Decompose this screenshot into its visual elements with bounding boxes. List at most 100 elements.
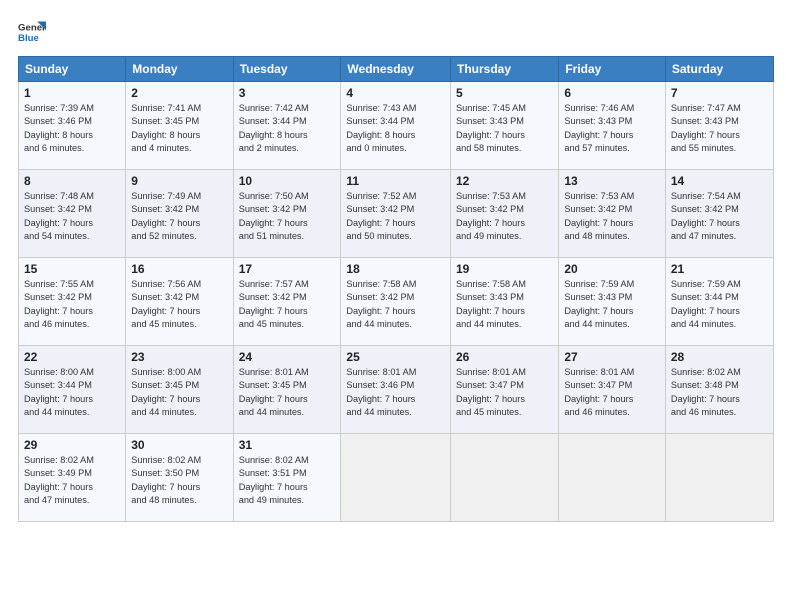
day-number: 20 [564,262,660,276]
day-info: Sunrise: 7:55 AM Sunset: 3:42 PM Dayligh… [24,278,120,331]
calendar-cell: 3 Sunrise: 7:42 AM Sunset: 3:44 PM Daylig… [233,82,341,170]
day-info: Sunrise: 7:43 AM Sunset: 3:44 PM Dayligh… [346,102,445,155]
calendar-cell: 27 Sunrise: 8:01 AM Sunset: 3:47 PM Dayli… [559,346,666,434]
calendar-cell: 10Sunrise: 7:50 AM Sunset: 3:42 PM Dayli… [233,170,341,258]
calendar-cell: 1 Sunrise: 7:39 AM Sunset: 3:46 PM Daylig… [19,82,126,170]
calendar-week-5: 29 Sunrise: 8:02 AM Sunset: 3:49 PM Dayli… [19,434,774,522]
day-number: 9 [131,174,227,188]
day-info: Sunrise: 8:01 AM Sunset: 3:47 PM Dayligh… [564,366,660,419]
day-info: Sunrise: 7:45 AM Sunset: 3:43 PM Dayligh… [456,102,553,155]
calendar-body: 1 Sunrise: 7:39 AM Sunset: 3:46 PM Daylig… [19,82,774,522]
calendar-week-3: 15 Sunrise: 7:55 AM Sunset: 3:42 PM Dayli… [19,258,774,346]
day-number: 8 [24,174,120,188]
day-number: 21 [671,262,768,276]
calendar-cell: 11Sunrise: 7:52 AM Sunset: 3:42 PM Dayli… [341,170,451,258]
day-info: Sunrise: 7:39 AM Sunset: 3:46 PM Dayligh… [24,102,120,155]
calendar-cell: 13 Sunrise: 7:53 AM Sunset: 3:42 PM Dayli… [559,170,666,258]
calendar-header: SundayMondayTuesdayWednesdayThursdayFrid… [19,57,774,82]
calendar-week-1: 1 Sunrise: 7:39 AM Sunset: 3:46 PM Daylig… [19,82,774,170]
day-info: Sunrise: 7:58 AM Sunset: 3:42 PM Dayligh… [346,278,445,331]
day-number: 25 [346,350,445,364]
day-number: 2 [131,86,227,100]
calendar-cell: 29 Sunrise: 8:02 AM Sunset: 3:49 PM Dayli… [19,434,126,522]
day-info: Sunrise: 7:59 AM Sunset: 3:44 PM Dayligh… [671,278,768,331]
logo-icon: General Blue [18,18,46,46]
calendar-cell: 5Sunrise: 7:45 AM Sunset: 3:43 PM Daylig… [451,82,559,170]
calendar-week-4: 22 Sunrise: 8:00 AM Sunset: 3:44 PM Dayli… [19,346,774,434]
day-info: Sunrise: 8:01 AM Sunset: 3:47 PM Dayligh… [456,366,553,419]
day-number: 4 [346,86,445,100]
day-number: 22 [24,350,120,364]
day-info: Sunrise: 7:46 AM Sunset: 3:43 PM Dayligh… [564,102,660,155]
calendar-cell: 12Sunrise: 7:53 AM Sunset: 3:42 PM Dayli… [451,170,559,258]
day-number: 18 [346,262,445,276]
day-info: Sunrise: 7:42 AM Sunset: 3:44 PM Dayligh… [239,102,336,155]
day-number: 7 [671,86,768,100]
day-info: Sunrise: 8:00 AM Sunset: 3:45 PM Dayligh… [131,366,227,419]
day-number: 29 [24,438,120,452]
header-row: SundayMondayTuesdayWednesdayThursdayFrid… [19,57,774,82]
column-header-wednesday: Wednesday [341,57,451,82]
column-header-friday: Friday [559,57,666,82]
day-number: 19 [456,262,553,276]
calendar-cell: 21 Sunrise: 7:59 AM Sunset: 3:44 PM Dayli… [665,258,773,346]
day-number: 30 [131,438,227,452]
day-info: Sunrise: 8:01 AM Sunset: 3:46 PM Dayligh… [346,366,445,419]
calendar-cell: 9 Sunrise: 7:49 AM Sunset: 3:42 PM Daylig… [126,170,233,258]
day-info: Sunrise: 8:00 AM Sunset: 3:44 PM Dayligh… [24,366,120,419]
day-info: Sunrise: 8:02 AM Sunset: 3:48 PM Dayligh… [671,366,768,419]
day-number: 16 [131,262,227,276]
day-number: 10 [239,174,336,188]
day-number: 15 [24,262,120,276]
calendar-cell: 2 Sunrise: 7:41 AM Sunset: 3:45 PM Daylig… [126,82,233,170]
column-header-monday: Monday [126,57,233,82]
page-header: General Blue [18,18,774,46]
day-info: Sunrise: 8:02 AM Sunset: 3:49 PM Dayligh… [24,454,120,507]
day-info: Sunrise: 7:58 AM Sunset: 3:43 PM Dayligh… [456,278,553,331]
column-header-sunday: Sunday [19,57,126,82]
calendar-cell: 26 Sunrise: 8:01 AM Sunset: 3:47 PM Dayli… [451,346,559,434]
calendar-cell: 23 Sunrise: 8:00 AM Sunset: 3:45 PM Dayli… [126,346,233,434]
calendar-cell: 6 Sunrise: 7:46 AM Sunset: 3:43 PM Daylig… [559,82,666,170]
day-info: Sunrise: 7:53 AM Sunset: 3:42 PM Dayligh… [564,190,660,243]
day-number: 26 [456,350,553,364]
day-info: Sunrise: 7:53 AM Sunset: 3:42 PM Dayligh… [456,190,553,243]
day-info: Sunrise: 8:02 AM Sunset: 3:51 PM Dayligh… [239,454,336,507]
calendar-cell [341,434,451,522]
calendar-cell: 19 Sunrise: 7:58 AM Sunset: 3:43 PM Dayli… [451,258,559,346]
day-number: 6 [564,86,660,100]
day-number: 13 [564,174,660,188]
calendar-cell: 24Sunrise: 8:01 AM Sunset: 3:45 PM Dayli… [233,346,341,434]
day-info: Sunrise: 7:56 AM Sunset: 3:42 PM Dayligh… [131,278,227,331]
day-info: Sunrise: 8:02 AM Sunset: 3:50 PM Dayligh… [131,454,227,507]
calendar-cell: 20 Sunrise: 7:59 AM Sunset: 3:43 PM Dayli… [559,258,666,346]
day-number: 3 [239,86,336,100]
column-header-tuesday: Tuesday [233,57,341,82]
day-info: Sunrise: 7:48 AM Sunset: 3:42 PM Dayligh… [24,190,120,243]
day-info: Sunrise: 7:59 AM Sunset: 3:43 PM Dayligh… [564,278,660,331]
calendar-cell [559,434,666,522]
day-info: Sunrise: 7:41 AM Sunset: 3:45 PM Dayligh… [131,102,227,155]
day-info: Sunrise: 8:01 AM Sunset: 3:45 PM Dayligh… [239,366,336,419]
day-number: 17 [239,262,336,276]
calendar-cell: 8 Sunrise: 7:48 AM Sunset: 3:42 PM Daylig… [19,170,126,258]
calendar-cell: 7 Sunrise: 7:47 AM Sunset: 3:43 PM Daylig… [665,82,773,170]
day-number: 1 [24,86,120,100]
svg-text:Blue: Blue [18,33,39,44]
day-number: 27 [564,350,660,364]
day-info: Sunrise: 7:49 AM Sunset: 3:42 PM Dayligh… [131,190,227,243]
day-number: 23 [131,350,227,364]
calendar-cell: 18 Sunrise: 7:58 AM Sunset: 3:42 PM Dayli… [341,258,451,346]
day-info: Sunrise: 7:57 AM Sunset: 3:42 PM Dayligh… [239,278,336,331]
calendar-cell: 31Sunrise: 8:02 AM Sunset: 3:51 PM Dayli… [233,434,341,522]
day-number: 14 [671,174,768,188]
day-info: Sunrise: 7:54 AM Sunset: 3:42 PM Dayligh… [671,190,768,243]
calendar-week-2: 8 Sunrise: 7:48 AM Sunset: 3:42 PM Daylig… [19,170,774,258]
calendar-table: SundayMondayTuesdayWednesdayThursdayFrid… [18,56,774,522]
day-number: 28 [671,350,768,364]
calendar-cell: 15 Sunrise: 7:55 AM Sunset: 3:42 PM Dayli… [19,258,126,346]
column-header-saturday: Saturday [665,57,773,82]
day-info: Sunrise: 7:47 AM Sunset: 3:43 PM Dayligh… [671,102,768,155]
calendar-cell: 14 Sunrise: 7:54 AM Sunset: 3:42 PM Dayli… [665,170,773,258]
logo: General Blue [18,18,46,46]
